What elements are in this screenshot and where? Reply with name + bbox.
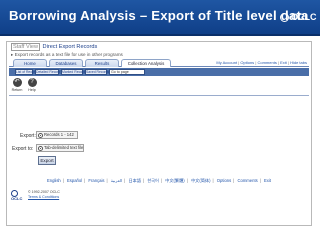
oclc-globe-icon [280, 13, 289, 22]
page-title: Direct Export Records [42, 44, 98, 50]
export-records-radio[interactable] [38, 133, 43, 138]
tab-home[interactable]: Home [13, 59, 47, 67]
exit-link[interactable]: Exit [280, 60, 287, 65]
export-label: Export: [20, 133, 36, 139]
footer-exit-link[interactable]: Exit [264, 178, 271, 183]
slide-title: Borrowing Analysis – Export of Title lev… [9, 8, 309, 23]
lang-chinese-traditional[interactable]: 中文(繁體) [165, 178, 185, 183]
subtab-detailed-record[interactable]: Detailed Record [35, 69, 60, 75]
export-to-label: Export to: [12, 146, 34, 152]
main-tabs: Home Databases Results Collection Analys… [9, 59, 309, 67]
footer-options-link[interactable]: Options [217, 178, 231, 183]
language-links: English | Español | Français | العربية | 日本語… [47, 178, 271, 183]
export-format-option[interactable]: Tab-delimited text file [36, 144, 84, 152]
lang-japanese[interactable]: 日本語 [128, 178, 141, 183]
page-subtitle: ▸ Export records as a text file for use … [11, 52, 123, 57]
divider [9, 95, 309, 96]
export-records-option[interactable]: Records 1 - 142 [36, 131, 78, 139]
export-button[interactable]: Export [38, 156, 56, 165]
oclc-logo: OCLC [280, 12, 317, 24]
copyright-text: © 1992-2007 OCLC [28, 190, 60, 194]
export-format-text: Tab-delimited text file [44, 145, 84, 150]
export-records-text: Records 1 - 142 [44, 132, 74, 137]
hide-tabs-link[interactable]: Hide tabs [290, 60, 307, 65]
return-label: Return [11, 88, 23, 92]
comments-link[interactable]: Comments [257, 60, 276, 65]
help-button[interactable]: ? Help [26, 78, 38, 92]
tab-collection-analysis[interactable]: Collection Analysis [121, 59, 171, 67]
lang-korean[interactable]: 한국어 [147, 178, 159, 183]
top-links: My Account | Options | Comments | Exit |… [216, 60, 307, 65]
help-question-icon: ? [27, 78, 37, 87]
oclc-logo-text: OCLC [291, 12, 317, 22]
terms-link[interactable]: Terms & Conditions [28, 195, 59, 199]
go-to-page-select[interactable]: Go to page [109, 69, 145, 75]
lang-francais[interactable]: Français [88, 178, 104, 183]
subtab-list-of-records[interactable]: List of Records [15, 69, 39, 75]
return-arrow-icon: ↶ [12, 78, 22, 87]
view-header: Staff View Direct Export Records [11, 43, 98, 51]
staff-view-link[interactable]: Staff View [11, 43, 40, 51]
options-link[interactable]: Options [240, 60, 254, 65]
footer-comments-link[interactable]: Comments [237, 178, 257, 183]
footer-oclc-logo: OCLC [11, 190, 25, 201]
export-format-radio[interactable] [38, 146, 43, 151]
footer-logo-text: OCLC [11, 196, 23, 201]
tab-databases[interactable]: Databases [49, 59, 83, 67]
lang-english[interactable]: English [47, 178, 61, 183]
help-label: Help [28, 88, 36, 92]
lang-chinese-simplified[interactable]: 中文(简体) [191, 178, 211, 183]
my-account-link[interactable]: My Account [216, 60, 237, 65]
browser-content-frame: Staff View Direct Export Records ▸ Expor… [6, 41, 312, 226]
lang-espanol[interactable]: Español [67, 178, 82, 183]
subtab-marked-records[interactable]: Marked Records [61, 69, 87, 75]
tab-results[interactable]: Results [85, 59, 119, 67]
results-subtabs: List of Records Detailed Record Marked R… [9, 68, 309, 76]
slide-header: Borrowing Analysis – Export of Title lev… [0, 0, 320, 36]
return-button[interactable]: ↶ Return [11, 78, 23, 92]
subtab-saved-records[interactable]: Saved Records [85, 69, 109, 75]
lang-arabic[interactable]: العربية [111, 178, 122, 183]
